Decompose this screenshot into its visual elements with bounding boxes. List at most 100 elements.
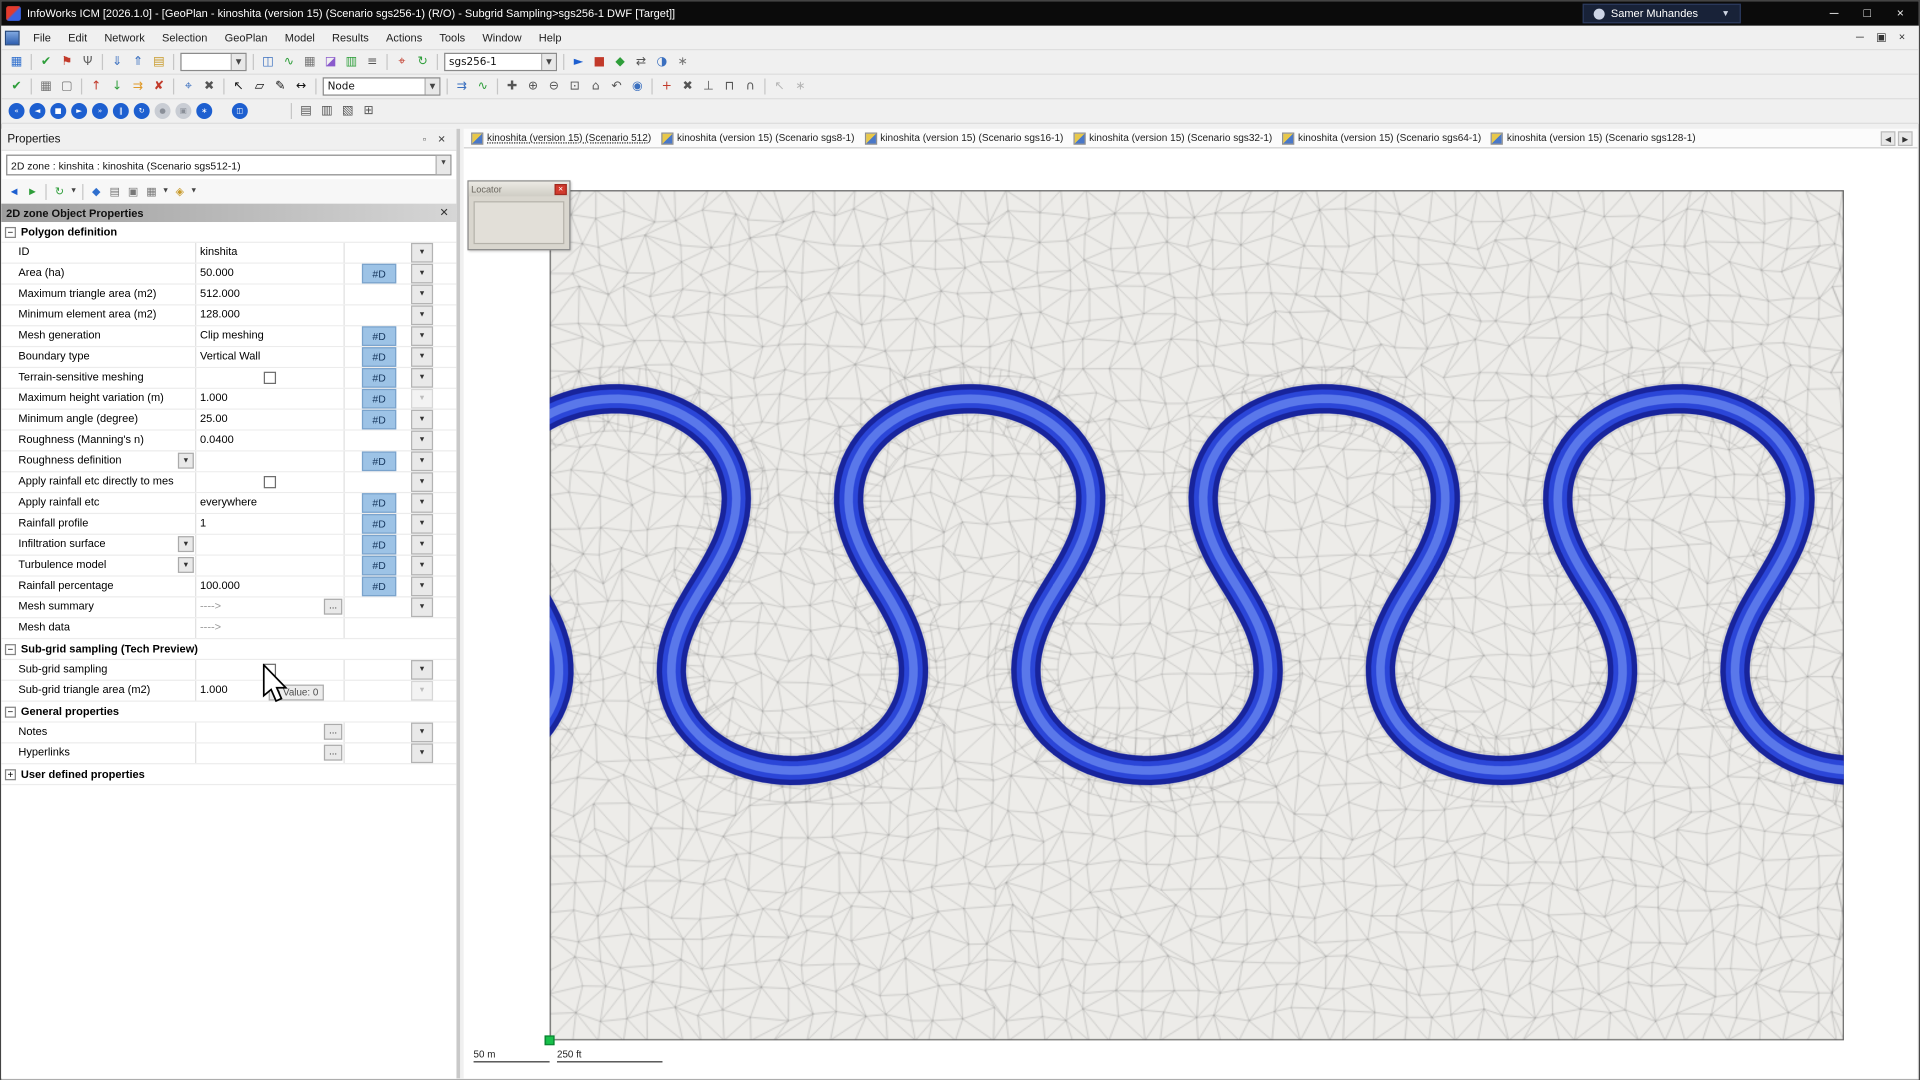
grid-properties-icon[interactable]: ▦: [142, 182, 160, 202]
next-object-icon[interactable]: ►: [23, 182, 41, 202]
chevron-down-icon[interactable]: ▼: [69, 188, 79, 195]
select-pointer-icon[interactable]: ↖: [228, 77, 249, 97]
pause-icon[interactable]: ‖: [113, 103, 129, 119]
property-value-sub-grid-sampling[interactable]: [195, 660, 345, 680]
menu-geoplan[interactable]: GeoPlan: [216, 30, 276, 45]
geoplan-tab-5[interactable]: kinoshita (version 15) (Scenario sgs64-1…: [1277, 132, 1486, 144]
menu-file[interactable]: File: [25, 30, 60, 45]
child-close-button[interactable]: ×: [1899, 31, 1905, 44]
child-restore-button[interactable]: ▣: [1876, 31, 1886, 44]
dropdown-arrow[interactable]: ▼: [411, 264, 433, 284]
dropdown-arrow[interactable]: ▼: [411, 660, 433, 680]
property-value-notes[interactable]: ...: [195, 723, 345, 743]
collapse-icon[interactable]: −: [5, 643, 16, 654]
dropdown-arrow[interactable]: ▼: [411, 597, 433, 617]
step-forward-icon[interactable]: »: [92, 103, 108, 119]
chevron-down-icon[interactable]: ▼: [231, 54, 246, 70]
locator-window[interactable]: Locator ×: [467, 180, 570, 250]
play-icon[interactable]: ►: [71, 103, 87, 119]
stop-simulation-icon[interactable]: ■: [589, 52, 610, 72]
inactive-options-icon[interactable]: ∗: [790, 77, 811, 97]
replay-results-icon[interactable]: ↻: [412, 52, 433, 72]
find-object-icon[interactable]: ⌖: [178, 77, 199, 97]
detach-view-icon[interactable]: ◫: [232, 103, 248, 119]
close-icon[interactable]: ✕: [437, 206, 452, 219]
loop-playback-icon[interactable]: ↻: [134, 103, 150, 119]
chevron-down-icon[interactable]: ▼: [161, 188, 171, 195]
dropdown-arrow[interactable]: ▼: [411, 285, 433, 305]
property-value-rainfall-profile[interactable]: 1: [195, 514, 345, 534]
dropdown-arrow[interactable]: ▼: [411, 743, 433, 763]
dropdown-arrow[interactable]: ▼: [411, 451, 433, 471]
chevron-down-icon[interactable]: ▼: [436, 156, 451, 174]
merge-link-icon[interactable]: ⊓: [719, 77, 740, 97]
property-value-mesh-data[interactable]: ---->: [195, 618, 345, 638]
feature-type-combo[interactable]: Node▼: [323, 77, 441, 95]
property-value-id[interactable]: kinshita: [195, 243, 345, 263]
bend-link-icon[interactable]: ∩: [740, 77, 761, 97]
close-icon[interactable]: ✕: [433, 131, 450, 147]
dropdown-arrow[interactable]: ▼: [411, 493, 433, 513]
new-grid-window-icon[interactable]: ▦: [299, 52, 320, 72]
dropdown-arrow[interactable]: ▼: [411, 514, 433, 534]
property-group-user-defined-properties[interactable]: +User defined properties: [1, 764, 456, 785]
geoplan-tab-4[interactable]: kinoshita (version 15) (Scenario sgs32-1…: [1068, 132, 1277, 144]
locator-title-bar[interactable]: Locator ×: [469, 182, 570, 197]
chevron-down-icon[interactable]: ▼: [189, 188, 199, 195]
data-table-icon[interactable]: ▤: [148, 52, 169, 72]
property-value-turbulence-model[interactable]: [195, 556, 345, 576]
layer-theme-combo[interactable]: ▼: [180, 53, 246, 71]
mesh-2d-zone[interactable]: [550, 190, 1844, 1040]
section-path-icon[interactable]: ∿: [472, 77, 493, 97]
scenario-manager-icon[interactable]: ◆: [610, 52, 631, 72]
export-data-icon[interactable]: ⇑: [128, 52, 149, 72]
map-viewport[interactable]: Locator ×: [464, 150, 1918, 1046]
restore-button[interactable]: □: [1854, 7, 1881, 20]
checkbox[interactable]: [264, 664, 276, 676]
flow-path-icon[interactable]: ⇉: [451, 77, 472, 97]
new-graph-window-icon[interactable]: ◪: [320, 52, 341, 72]
property-value-rainfall-percentage[interactable]: 100.000: [195, 577, 345, 597]
menu-network[interactable]: Network: [96, 30, 154, 45]
dropdown-arrow[interactable]: ▼: [411, 556, 433, 576]
menu-results[interactable]: Results: [323, 30, 377, 45]
select-polygon-icon[interactable]: ▱: [249, 77, 270, 97]
trace-connected-icon[interactable]: ⇉: [128, 77, 149, 97]
zoom-out-icon[interactable]: ⊖: [543, 77, 564, 97]
property-value-roughness-manning-s-n[interactable]: 0.0400: [195, 431, 345, 451]
property-value-mesh-generation[interactable]: Clip meshing: [195, 326, 345, 346]
dropdown-arrow[interactable]: ▼: [411, 681, 433, 701]
flag-commit-icon[interactable]: ⚑: [56, 52, 77, 72]
trace-downstream-icon[interactable]: ↓: [107, 77, 128, 97]
clear-selection-icon[interactable]: ✘: [148, 77, 169, 97]
geoplan-tab-1[interactable]: kinoshita (version 15) (Scenario 512): [466, 132, 656, 144]
dropdown-arrow[interactable]: ▼: [411, 577, 433, 597]
measure-tool-icon[interactable]: ↔: [291, 77, 312, 97]
geoplan-tab-2[interactable]: kinoshita (version 15) (Scenario sgs8-1): [656, 132, 859, 144]
dropdown-arrow[interactable]: ▼: [411, 305, 433, 325]
tile-horizontal-icon[interactable]: ▤: [296, 101, 317, 121]
arrange-icons-icon[interactable]: ⊞: [358, 101, 379, 121]
menu-edit[interactable]: Edit: [60, 30, 96, 45]
refresh-properties-icon[interactable]: ↻: [50, 182, 68, 202]
version-tree-icon[interactable]: Ψ: [77, 52, 98, 72]
dropdown-arrow[interactable]: ▼: [411, 723, 433, 743]
inactive-pointer-icon[interactable]: ↖: [769, 77, 790, 97]
key-fields-icon[interactable]: ◈: [171, 182, 189, 202]
dropdown-arrow[interactable]: ▼: [411, 347, 433, 367]
property-value-roughness-definition[interactable]: [195, 451, 345, 471]
selection-list-icon[interactable]: ▢: [56, 77, 77, 97]
property-value-mesh-summary[interactable]: ---->...: [195, 597, 345, 617]
tab-scroll-right-button[interactable]: ►: [1898, 131, 1913, 146]
open-network-icon[interactable]: ▦: [6, 52, 27, 72]
zoom-in-icon[interactable]: ⊕: [523, 77, 544, 97]
menu-selection[interactable]: Selection: [153, 30, 216, 45]
record-icon[interactable]: ●: [155, 103, 171, 119]
step-back-icon[interactable]: ◄: [29, 103, 45, 119]
run-simulation-icon[interactable]: ►: [568, 52, 589, 72]
chevron-down-icon[interactable]: ▼: [178, 453, 194, 469]
pin-icon[interactable]: ▫: [416, 131, 433, 147]
dropdown-arrow[interactable]: ▼: [411, 410, 433, 430]
dropdown-arrow[interactable]: ▼: [411, 535, 433, 555]
dropdown-arrow[interactable]: ▼: [411, 243, 433, 263]
